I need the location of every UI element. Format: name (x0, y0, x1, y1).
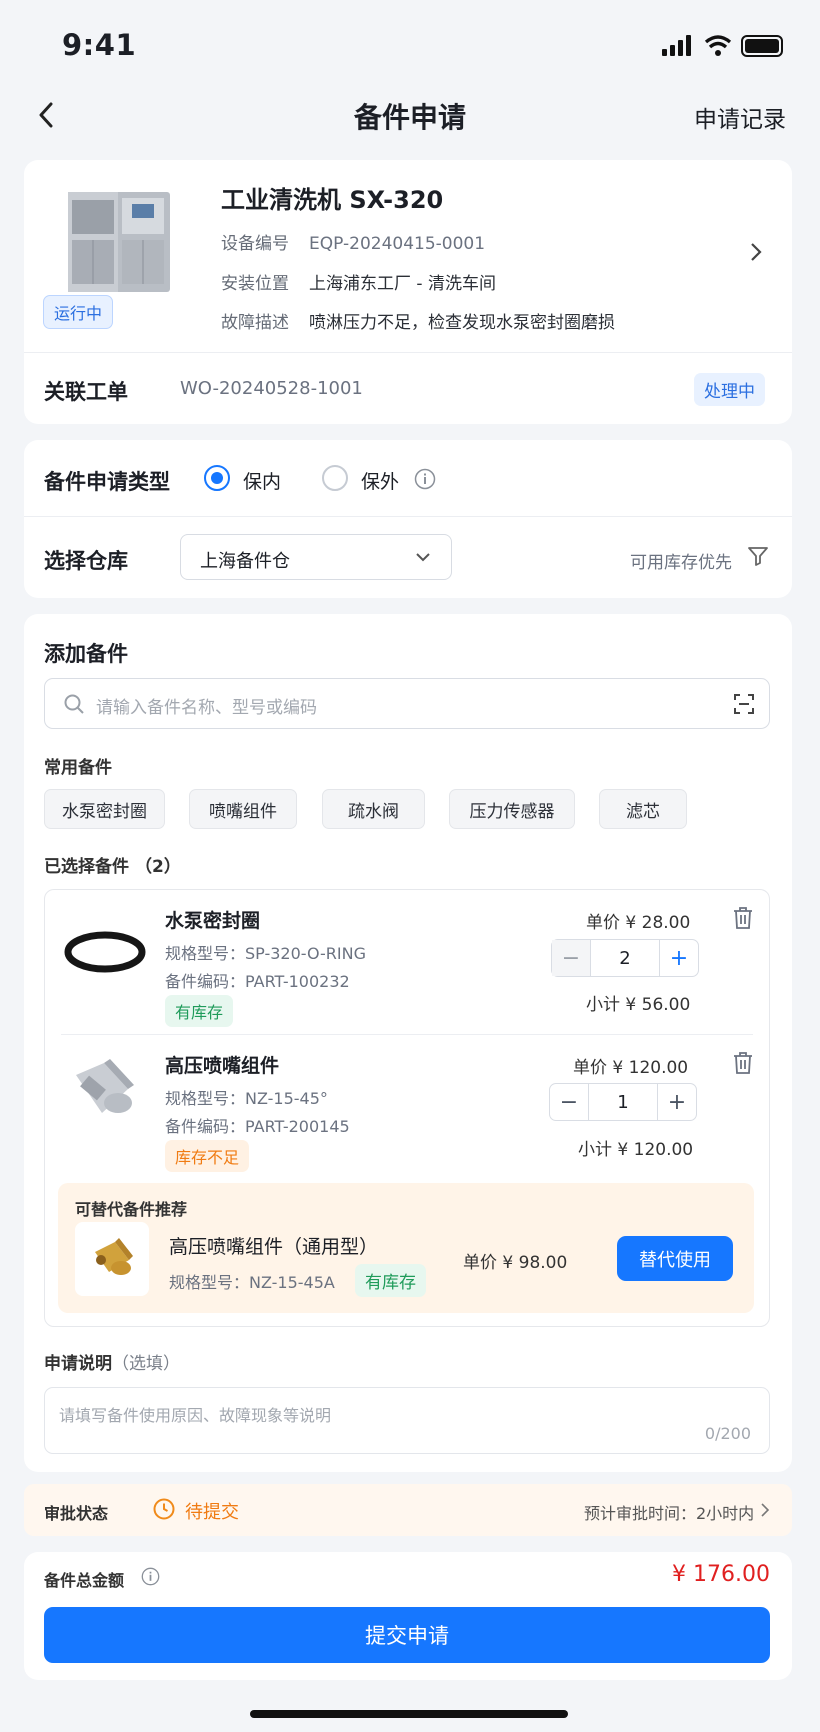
alternative-name: 高压喷嘴组件（通用型） (169, 1236, 379, 1258)
status-icons (662, 34, 786, 58)
chevron-down-icon (416, 553, 430, 562)
stock-priority-label[interactable]: 可用库存优先 (630, 548, 732, 573)
increase-button[interactable]: + (658, 1084, 696, 1120)
stock-badge: 有库存 (165, 995, 234, 1027)
delete-part-button[interactable] (732, 906, 754, 934)
home-indicator (250, 1710, 568, 1718)
clock-icon (152, 1497, 176, 1525)
part-name: 水泵密封圈 (165, 910, 261, 932)
filter-icon[interactable] (746, 544, 770, 572)
work-order-value[interactable]: WO-20240528-1001 (180, 378, 363, 399)
equipment-status-badge: 运行中 (43, 295, 114, 329)
part-code: 备件编码：PART-200145 (165, 1117, 350, 1136)
warehouse-label: 选择仓库 (44, 549, 128, 573)
equipment-field-id: 设备编号 EQP-20240415-0001 (221, 234, 486, 254)
work-order-label: 关联工单 (44, 380, 128, 404)
equipment-detail-link[interactable] (748, 240, 764, 268)
use-alternative-button[interactable]: 替代使用 (617, 1236, 733, 1281)
radio-out-warranty-label: 保外 (361, 471, 400, 493)
info-icon[interactable] (414, 468, 436, 494)
part-subtotal: 小计 ¥ 120.00 (578, 1140, 694, 1160)
approval-label: 审批状态 (44, 1504, 109, 1523)
part-subtotal: 小计 ¥ 56.00 (586, 995, 691, 1015)
quantity-value[interactable]: 2 (590, 940, 660, 976)
work-order-status-badge: 处理中 (694, 373, 765, 406)
increase-button[interactable]: + (660, 940, 698, 976)
equipment-image (42, 176, 178, 300)
radio-in-warranty[interactable] (204, 465, 230, 491)
approval-estimate: 预计审批时间：2小时内 (584, 1504, 755, 1523)
equipment-field-location: 安装位置 上海浦东工厂 - 清洗车间 (221, 274, 496, 294)
common-part-chip[interactable]: 压力传感器 (449, 789, 575, 829)
part-spec: 规格型号：SP-320-O-RING (165, 944, 367, 963)
quantity-stepper[interactable]: − 2 + (551, 939, 699, 977)
equipment-name: 工业清洗机 SX-320 (221, 186, 444, 214)
part-image-nozzle (62, 1055, 146, 1127)
scan-icon[interactable] (733, 693, 755, 715)
common-part-chip[interactable]: 喷嘴组件 (189, 789, 297, 829)
common-part-chip[interactable]: 疏水阀 (322, 789, 425, 829)
part-spec: 规格型号：NZ-15-45° (165, 1089, 328, 1108)
remark-title: 申请说明（选填） (44, 1354, 180, 1374)
radio-in-warranty-label: 保内 (243, 471, 282, 493)
quantity-value[interactable]: 1 (588, 1084, 658, 1120)
common-part-chip[interactable]: 水泵密封圈 (44, 789, 165, 829)
total-amount: ¥ 176.00 (672, 1562, 770, 1587)
submit-button[interactable]: 提交申请 (44, 1607, 770, 1663)
trash-icon (734, 1052, 752, 1074)
decrease-button[interactable]: − (550, 1084, 588, 1120)
info-icon[interactable] (141, 1567, 160, 1590)
add-parts-title: 添加备件 (44, 642, 128, 666)
stock-badge: 库存不足 (165, 1140, 250, 1172)
part-unit-price: 单价 ¥ 120.00 (573, 1058, 689, 1078)
part-code: 备件编码：PART-100232 (165, 972, 350, 991)
remark-textarea[interactable]: 请填写备件使用原因、故障现象等说明 0/200 (44, 1387, 770, 1454)
apply-type-label: 备件申请类型 (44, 470, 170, 494)
alternative-stock-badge: 有库存 (355, 1264, 426, 1297)
common-part-chip[interactable]: 滤芯 (599, 789, 687, 829)
status-time: 9:41 (62, 28, 137, 62)
chevron-right-icon (760, 1502, 770, 1522)
alternative-image (75, 1222, 149, 1296)
quantity-stepper[interactable]: − 1 + (549, 1083, 697, 1121)
delete-part-button[interactable] (732, 1051, 754, 1079)
common-parts-title: 常用备件 (44, 758, 112, 778)
remark-counter: 0/200 (704, 1424, 751, 1443)
signal-wifi-battery-icon (662, 35, 783, 57)
part-unit-price: 单价 ¥ 28.00 (586, 913, 691, 933)
search-placeholder: 请输入备件名称、型号或编码 (96, 698, 317, 718)
part-name: 高压喷嘴组件 (165, 1055, 280, 1077)
alternative-spec: 规格型号：NZ-15-45A (169, 1273, 335, 1292)
trash-icon (734, 907, 752, 929)
alternative-unit-price: 单价 ¥ 98.00 (463, 1253, 568, 1273)
history-link[interactable]: 申请记录 (694, 100, 786, 134)
chevron-right-icon (751, 243, 762, 261)
approval-status: 待提交 (185, 1502, 239, 1523)
equipment-field-fault: 故障描述 喷淋压力不足，检查发现水泵密封圈磨损 (221, 313, 615, 333)
remark-placeholder: 请填写备件使用原因、故障现象等说明 (59, 1406, 332, 1425)
part-search-input[interactable]: 请输入备件名称、型号或编码 (44, 678, 770, 729)
decrease-button[interactable]: − (552, 940, 590, 976)
total-label: 备件总金额 (44, 1571, 125, 1590)
warehouse-select-value: 上海备件仓 (200, 551, 290, 572)
radio-out-warranty[interactable] (322, 465, 348, 491)
warehouse-select[interactable]: 上海备件仓 (180, 534, 452, 580)
selected-parts-title: 已选择备件 （2） (44, 857, 181, 877)
alternative-title: 可替代备件推荐 (75, 1200, 188, 1219)
search-icon (64, 694, 84, 714)
part-image-oring (60, 915, 150, 985)
